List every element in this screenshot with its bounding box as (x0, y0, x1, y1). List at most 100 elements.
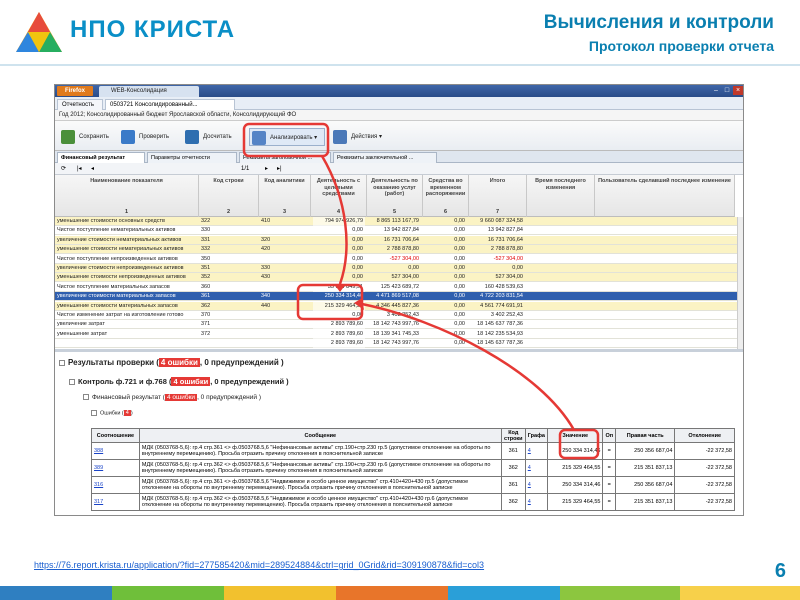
grid-cell[interactable]: 352 (201, 273, 257, 282)
collapse-icon[interactable] (59, 359, 65, 366)
error-row[interactable]: 316 МДК (0503768-5,6): гр.4 стр.361 <> ф.… (91, 476, 735, 494)
grid-cell[interactable]: 0,00 (425, 264, 467, 273)
grid-cell[interactable]: 360 (201, 283, 257, 292)
grid-cell[interactable]: 13 942 827,84 (369, 226, 421, 235)
grid-cell[interactable]: 340 (261, 292, 309, 301)
grid-cell[interactable]: уменьшение стоимости непроизведенных акт… (57, 273, 197, 282)
browser-tab[interactable]: WEB-Консолидация (99, 86, 199, 97)
grid-cell[interactable]: 0,00 (313, 236, 365, 245)
grid-cell[interactable]: 0,00 (425, 330, 467, 339)
grid-cell[interactable]: 372 (201, 330, 257, 339)
tab-report-0503721[interactable]: 0503721 Консолидированный... (105, 99, 235, 110)
grid-cell[interactable] (201, 339, 257, 348)
grid-cell[interactable]: 0,00 (471, 264, 525, 273)
results-header[interactable]: Результаты проверки (4 ошибки, 0 предупр… (59, 358, 284, 367)
grid-cell[interactable]: 0,00 (425, 292, 467, 301)
errors-col-header[interactable]: Код строки (500, 428, 526, 443)
grid-cell[interactable]: 4 471 869 517,08 (369, 292, 421, 301)
grid-cell[interactable]: 2 893 789,60 (313, 329, 365, 339)
table-row[interactable]: увеличение стоимости нематериальных акти… (55, 235, 743, 245)
grid-cell[interactable]: -527 304,00 (369, 255, 421, 264)
first-page-icon[interactable]: |◂ (77, 165, 82, 173)
grid-cell[interactable]: Чистое изменение затрат на изготовление … (57, 311, 197, 320)
grid-cell[interactable]: увеличение стоимости нематериальных акти… (57, 236, 197, 245)
grid-cell[interactable]: 160 428 539,63 (471, 283, 525, 292)
grid-cell[interactable]: 18 142 743 997,76 (369, 320, 421, 329)
table-row[interactable]: уменьшение затрат 372 2 893 789,60 18 139 3… (55, 329, 743, 339)
grid-cell[interactable]: 0,00 (425, 236, 467, 245)
grid-cell[interactable]: увеличение затрат (57, 320, 197, 329)
grid-cell[interactable]: 35 004 849,91 (313, 282, 365, 292)
table-row[interactable]: увеличение стоимости непроизведенных акт… (55, 264, 743, 273)
grid-cell[interactable]: 0,00 (425, 311, 467, 320)
table-row[interactable]: Чистое поступление материальных запасов 3… (55, 282, 743, 292)
errors-col-header[interactable]: Графа (524, 428, 548, 443)
error-row[interactable]: 388 МДК (0503768-5,6): гр.4 стр.361 <> ф.… (91, 442, 735, 460)
tab-fin-result[interactable]: Финансовый результат (57, 152, 145, 163)
grid-cell[interactable]: 18 139 341 745,33 (369, 330, 421, 339)
column-link[interactable]: 4 (524, 476, 548, 494)
next-page-icon[interactable]: ▸ (265, 165, 268, 173)
grid-cell[interactable] (261, 330, 309, 339)
grid-cell[interactable]: 4 561 774 691,91 (471, 302, 525, 311)
grid-cell[interactable]: 0,00 (425, 283, 467, 292)
errors-col-header[interactable]: Соотношение (91, 428, 140, 443)
table-row[interactable]: увеличение затрат 371 2 893 789,60 18 142 7… (55, 320, 743, 330)
grid-cell[interactable]: 18 142 743 997,76 (369, 339, 421, 348)
ratio-link[interactable]: 389 (91, 459, 140, 477)
grid-cell[interactable]: 0,00 (313, 255, 365, 264)
grid-cell[interactable]: 410 (261, 217, 309, 226)
grid-cell[interactable]: 361 (201, 292, 257, 301)
grid-cell[interactable]: 362 (201, 302, 257, 311)
grid-cell[interactable]: 331 (201, 236, 257, 245)
grid-cell[interactable]: 18 145 637 787,36 (471, 339, 525, 348)
tab-footer-requisites[interactable]: Реквизиты заключительной ... (333, 152, 437, 163)
grid-cell[interactable]: 0,00 (313, 226, 365, 235)
maximize-icon[interactable]: □ (722, 86, 732, 95)
grid-cell[interactable] (261, 320, 309, 329)
grid-cell[interactable]: 420 (261, 245, 309, 254)
errors-col-header[interactable]: Сообщение (138, 428, 502, 443)
errors-col-header[interactable]: Отклонение (674, 428, 735, 443)
grid-cell[interactable] (261, 255, 309, 264)
grid-scrollbar[interactable] (737, 217, 743, 349)
collapse-icon[interactable] (91, 410, 97, 416)
grid-cell[interactable]: 332 (201, 245, 257, 254)
grid-cell[interactable]: 13 942 827,84 (471, 226, 525, 235)
calc-button[interactable]: Досчитать (183, 128, 232, 146)
grid-cell[interactable]: Чистое поступление непроизведенных актив… (57, 255, 197, 264)
grid-cell[interactable]: 0,00 (425, 273, 467, 282)
refresh-icon[interactable]: ⟳ (61, 165, 66, 173)
grid-cell[interactable]: 350 (201, 255, 257, 264)
pager-label[interactable]: 1/1 (241, 165, 249, 173)
grid-cell[interactable] (261, 226, 309, 235)
grid-cell[interactable]: 330 (261, 264, 309, 273)
grid-cell[interactable] (261, 311, 309, 320)
table-row[interactable]: уменьшение стоимости материальных запасо… (55, 301, 743, 311)
ratio-link[interactable]: 316 (91, 476, 140, 494)
grid-cell[interactable]: 527 304,00 (471, 273, 525, 282)
grid-cell[interactable]: 2 893 789,60 (313, 320, 365, 330)
collapse-icon[interactable] (83, 394, 89, 401)
grid-cell[interactable]: 0,00 (425, 320, 467, 329)
grid-cell[interactable]: 0,00 (425, 245, 467, 254)
table-row[interactable]: 2 893 789,60 18 142 743 997,76 0,00 18 145 … (55, 339, 743, 349)
ratio-link[interactable]: 388 (91, 442, 140, 460)
grid-cell[interactable]: 2 788 878,80 (471, 245, 525, 254)
actions-button[interactable]: Действия ▾ (331, 128, 382, 146)
col-header-user[interactable]: Пользователь сделавший последнее изменен… (595, 175, 735, 217)
grid-cell[interactable]: 4 722 203 831,54 (471, 292, 525, 301)
grid-cell[interactable]: -527 304,00 (471, 255, 525, 264)
grid-cell[interactable]: уменьшение затрат (57, 330, 197, 339)
last-page-icon[interactable]: ▸| (277, 165, 282, 173)
grid-cell[interactable]: 3 402 252,43 (471, 311, 525, 320)
grid-cell[interactable]: 370 (201, 311, 257, 320)
analyze-button[interactable]: Анализировать ▾ (249, 128, 325, 146)
ratio-link[interactable]: 317 (91, 493, 140, 511)
table-row[interactable]: уменьшение стоимости непроизведенных акт… (55, 273, 743, 283)
grid-cell[interactable]: 371 (201, 320, 257, 329)
grid-cell[interactable]: 3 402 252,43 (369, 311, 421, 320)
grid-cell[interactable]: 8 865 113 167,79 (369, 217, 421, 226)
grid-cell[interactable] (261, 283, 309, 292)
errors-node[interactable]: Ошибки (4) (91, 410, 133, 417)
